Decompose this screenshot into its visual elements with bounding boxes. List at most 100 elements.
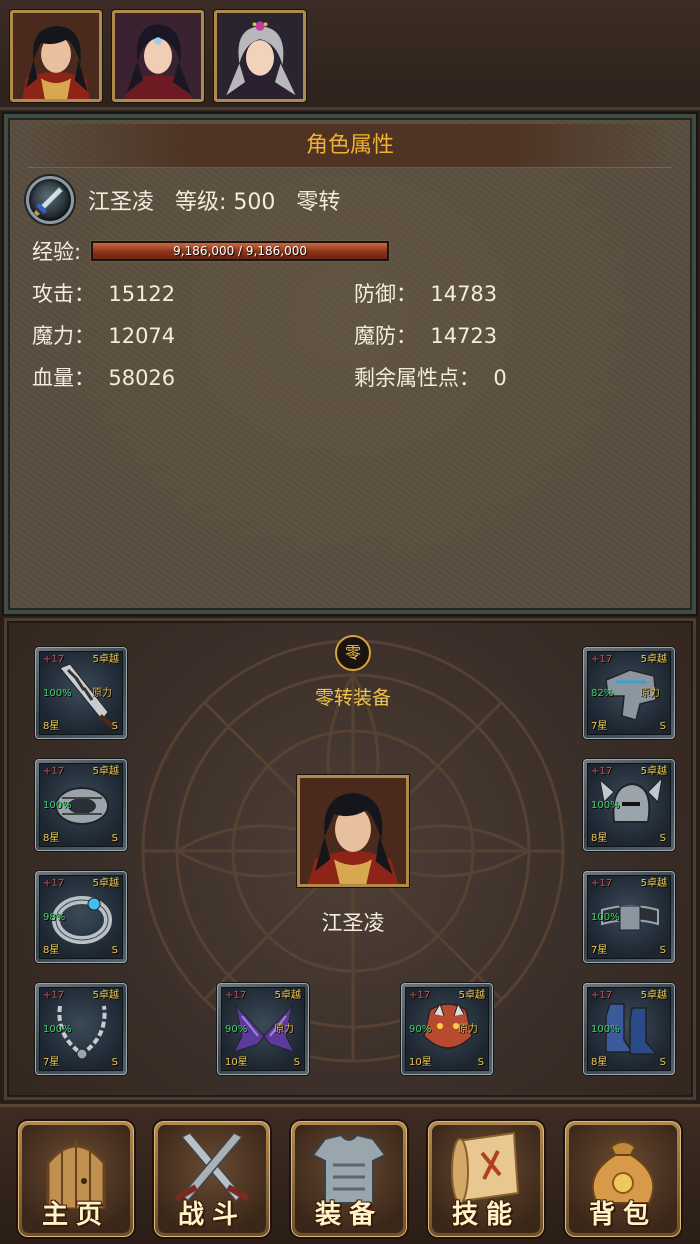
excellent-count: 5卓越 [640,766,667,777]
equipment-slot[interactable]: +17 5卓越 82% 原力 7星 S [583,647,675,739]
excellent-count: 5卓越 [92,654,119,665]
star-level: 8星 [43,945,60,956]
origin-power-label: 原力 [458,1024,478,1035]
excellent-count: 5卓越 [92,766,119,777]
enhance-level: +17 [591,654,613,665]
equipment-slot-inner: +17 5卓越 100% 8星 S [587,987,671,1071]
nav-skills-label: 技能 [451,1200,520,1230]
equipment-slot-inner: +17 5卓越 100% 原力 8星 S [39,651,123,735]
grade-label: S [659,833,666,844]
durability-percent: 90% [225,1024,248,1035]
weapon-class-icon [26,176,74,224]
nav-equipment-label: 装备 [314,1200,383,1230]
equipment-slot[interactable]: +17 5卓越 90% 原力 10星 S [217,983,309,1075]
origin-power-label: 原力 [92,688,112,699]
enhance-level: +17 [43,766,65,777]
equipment-slot-inner: +17 5卓越 90% 原力 10星 S [405,987,489,1071]
enhance-level: +17 [225,990,247,1001]
grade-label: S [477,1057,484,1068]
experience-value: 9,186,000 / 9,186,000 [173,244,307,258]
equipment-slot-inner: +17 5卓越 98% 8星 S [39,875,123,959]
enhance-level: +17 [591,878,613,889]
grade-label: S [111,721,118,732]
character-name: 江圣凌 [321,911,385,935]
origin-power-label: 原力 [640,688,660,699]
enhance-level: +17 [409,990,431,1001]
stat-magic: 魔力： 12074 [32,324,176,348]
excellent-count: 5卓越 [640,654,667,665]
grade-label: S [659,721,666,732]
equipment-slot[interactable]: +17 5卓越 100% 8星 S [583,983,675,1075]
character-portrait[interactable] [297,775,409,887]
grade-label: S [111,945,118,956]
grade-label: S [659,1057,666,1068]
equipment-slot-inner: +17 5卓越 100% 7星 S [587,875,671,959]
durability-percent: 100% [591,912,620,923]
equipment-slot[interactable]: +17 5卓越 98% 8星 S [35,871,127,963]
star-level: 8星 [591,833,608,844]
nav-equipment-button[interactable]: 装备 [291,1121,407,1237]
equipment-panel: 零 零转装备 江圣凌 +17 5卓越 100% 原力 8星 S +17 5卓越 82% 原力 7星 S… [4,618,696,1100]
hero-portrait-3[interactable] [214,10,306,102]
excellent-count: 5卓越 [640,878,667,889]
equipment-slot-inner: +17 5卓越 90% 原力 10星 S [221,987,305,1071]
equipment-slot-inner: +17 5卓越 82% 原力 7星 S [587,651,671,735]
nav-home-button[interactable]: 主页 [18,1121,134,1237]
tier-badge: 零 [335,635,371,671]
stat-remaining-points: 剩余属性点： 0 [354,366,507,390]
star-level: 7星 [591,721,608,732]
grade-label: S [659,945,666,956]
attribute-panel: 角色属性 江圣凌 等级: 500 零转 经验: 9,186,000 / 9,18… [4,114,696,614]
nav-home-label: 主页 [41,1200,110,1230]
enhance-level: +17 [43,654,65,665]
hero-bar [0,0,700,110]
star-level: 7星 [43,1057,60,1068]
grade-label: S [293,1057,300,1068]
star-level: 8星 [43,721,60,732]
stat-attack: 攻击： 15122 [32,282,176,306]
grade-label: S [111,833,118,844]
experience-label: 经验: [32,240,82,264]
star-level: 7星 [591,945,608,956]
durability-percent: 82% [591,688,614,699]
stat-magic-defense: 魔防： 14723 [354,324,498,348]
durability-percent: 100% [43,800,72,811]
equipment-slot[interactable]: +17 5卓越 100% 8星 S [35,759,127,851]
attribute-panel-title: 角色属性 [28,124,672,168]
hero-portrait-2[interactable] [112,10,204,102]
enhance-level: +17 [43,990,65,1001]
enhance-level: +17 [591,766,613,777]
experience-bar: 9,186,000 / 9,186,000 [91,241,390,261]
excellent-count: 5卓越 [640,990,667,1001]
equipment-slot[interactable]: +17 5卓越 90% 原力 10星 S [401,983,493,1075]
star-level: 10星 [409,1057,432,1068]
nav-skills-button[interactable]: 技能 [428,1121,544,1237]
durability-percent: 98% [43,912,66,923]
equipment-slot[interactable]: +17 5卓越 100% 8星 S [583,759,675,851]
stat-defense: 防御： 14783 [354,282,498,306]
hero-portrait-1[interactable] [10,10,102,102]
character-name-level-tier: 江圣凌 等级: 500 零转 [88,190,341,215]
excellent-count: 5卓越 [458,990,485,1001]
excellent-count: 5卓越 [274,990,301,1001]
enhance-level: +17 [591,990,613,1001]
nav-battle-label: 战斗 [177,1200,246,1230]
durability-percent: 100% [43,688,72,699]
experience-row: 经验: 9,186,000 / 9,186,000 [32,236,390,266]
stat-hp: 血量： 58026 [32,366,176,390]
nav-bag-button[interactable]: 背包 [565,1121,681,1237]
durability-percent: 100% [591,1024,620,1035]
character-info: 江圣凌 等级: 500 零转 [26,176,340,224]
equipment-slot[interactable]: +17 5卓越 100% 原力 8星 S [35,647,127,739]
nav-battle-button[interactable]: 战斗 [154,1121,270,1237]
bottom-nav: 主页 战斗 装备 技能 背包 [0,1104,700,1244]
equipment-slot[interactable]: +17 5卓越 100% 7星 S [583,871,675,963]
star-level: 8星 [591,1057,608,1068]
excellent-count: 5卓越 [92,878,119,889]
equipment-slot[interactable]: +17 5卓越 100% 7星 S [35,983,127,1075]
grade-label: S [111,1057,118,1068]
durability-percent: 100% [43,1024,72,1035]
durability-percent: 100% [591,800,620,811]
equipment-slot-inner: +17 5卓越 100% 7星 S [39,987,123,1071]
durability-percent: 90% [409,1024,432,1035]
